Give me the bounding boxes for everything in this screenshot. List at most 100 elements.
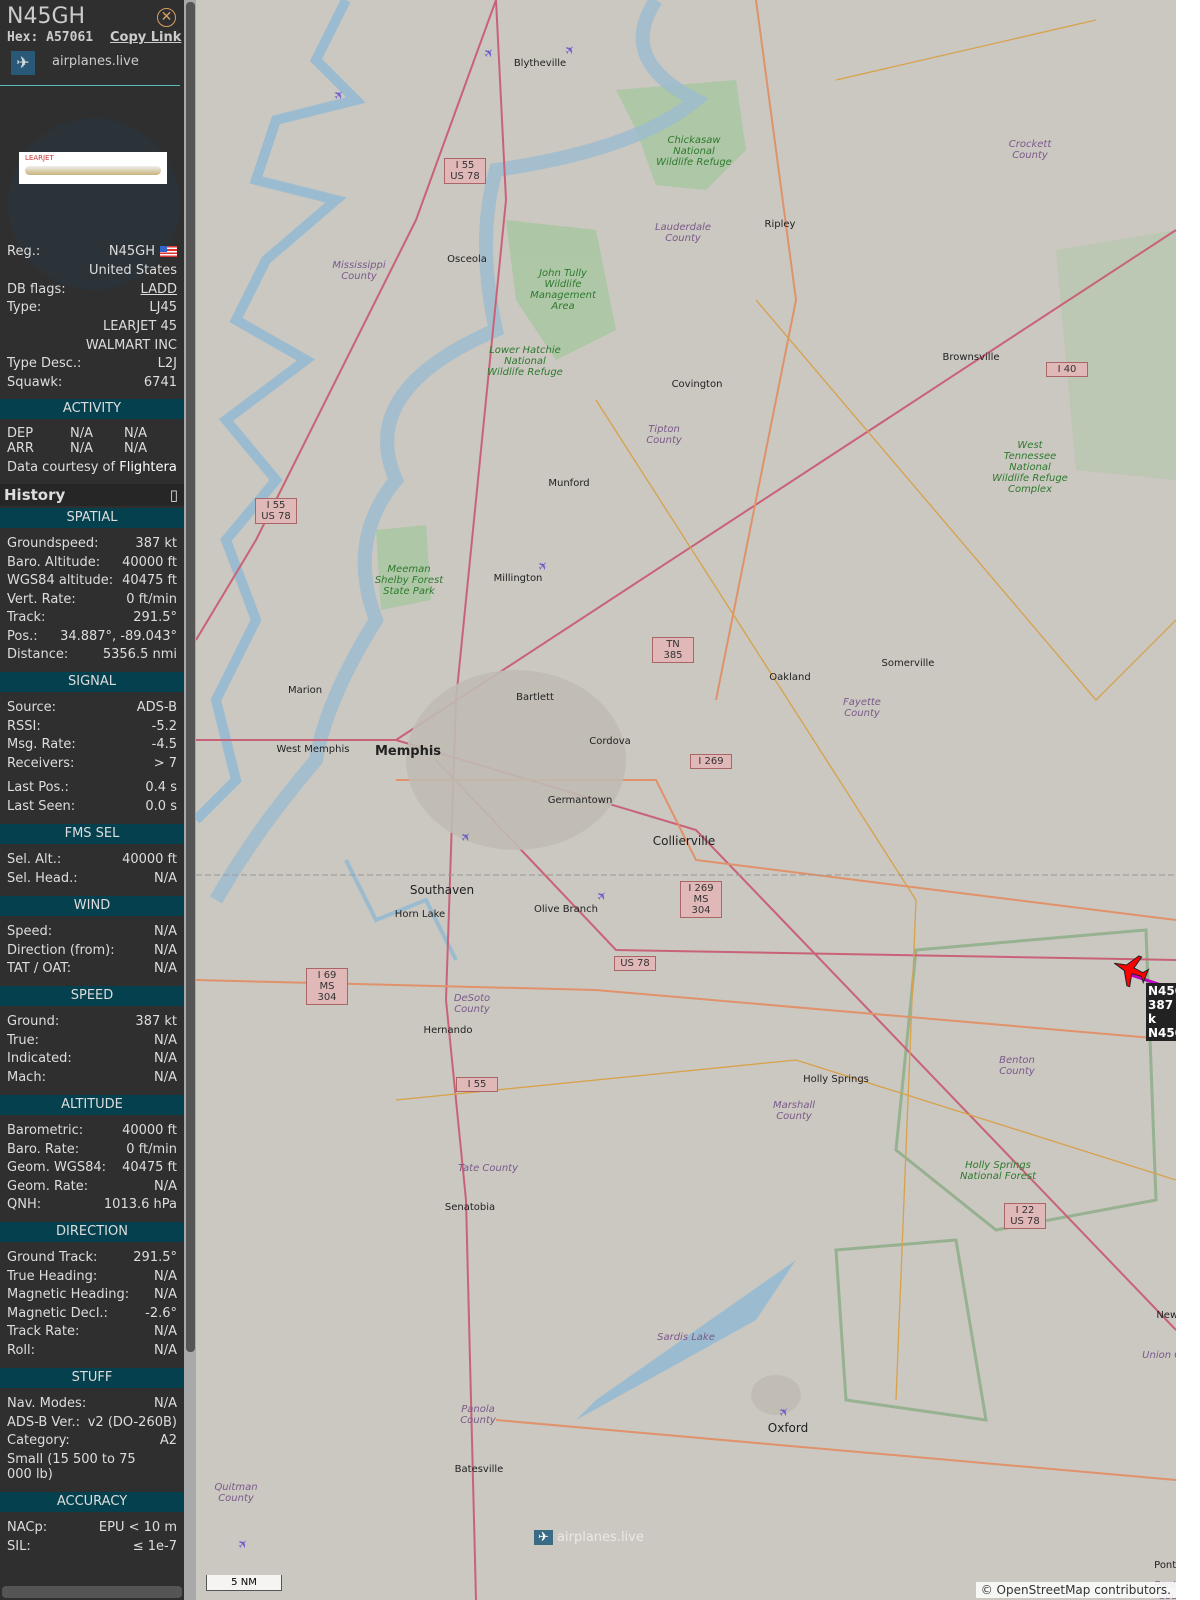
map-label: Holly Springs [803, 1074, 869, 1085]
row-value: 0.0 s [145, 798, 177, 814]
data-row: Category: A2 [7, 1433, 177, 1448]
data-row: Roll: N/A [7, 1343, 177, 1358]
map-label: Batesville [454, 1464, 504, 1475]
data-row: Ground: 387 kt [7, 1014, 177, 1029]
info-row: Type: LJ45 [7, 300, 177, 315]
row-value: 0 ft/min [126, 1141, 177, 1157]
map-label: Germantown [547, 795, 613, 806]
data-row: Last Seen: 0.0 s [7, 799, 177, 814]
activity-header: ACTIVITY [0, 399, 184, 419]
row-label: Ground Track: [7, 1250, 98, 1265]
info-value: WALMART INC [85, 338, 177, 353]
provider-link[interactable]: Flightera [119, 460, 177, 475]
history-icon[interactable]: ▯ [170, 484, 178, 506]
watermark-text: airplanes.live [557, 1530, 644, 1545]
data-row: Indicated: N/A [7, 1051, 177, 1066]
horizontal-scrollbar[interactable] [2, 1586, 182, 1598]
row-label: Sel. Head.: [7, 870, 78, 886]
row-value: 34.887°, -89.043° [60, 628, 177, 644]
section-header-accuracy: ACCURACY [0, 1492, 184, 1512]
source-link[interactable]: airplanes.live [52, 54, 139, 69]
section-header-signal: SIGNAL [0, 672, 184, 692]
aircraft-label[interactable]: N450387 kN450 [1146, 983, 1176, 1041]
map-label: Ripley [764, 219, 796, 230]
data-row: Distance: 5356.5 nmi [7, 647, 177, 662]
history-label: History [4, 486, 66, 504]
dep-time: N/A [124, 426, 147, 441]
shield-text: TN 385 [663, 639, 683, 661]
row-label: Distance: [7, 647, 69, 662]
map-label: John Tully Wildlife Management Area [530, 268, 596, 312]
shield-text: I 269 MS 304 [688, 883, 714, 916]
map-label: Oakland [769, 672, 811, 683]
row-label: Receivers: [7, 755, 75, 771]
data-row: Nav. Modes: N/A [7, 1396, 177, 1411]
map-label: Osceola [447, 254, 487, 265]
map-label: Mississippi County [332, 260, 386, 282]
info-value: LEARJET 45 [102, 319, 177, 334]
road-shield: I 22 US 78 [1004, 1203, 1046, 1229]
info-row: Squawk: 6741 [7, 375, 177, 390]
row-label: NACp: [7, 1520, 48, 1535]
us-flag-icon [160, 246, 177, 257]
row-value: 40000 ft [122, 554, 177, 570]
dep-row: DEP N/A N/A [7, 426, 177, 441]
row-value: N/A [154, 1342, 177, 1358]
row-label: WGS84 altitude: [7, 573, 114, 588]
row-value: 40475 ft [122, 573, 177, 588]
data-row: Groundspeed: 387 kt [7, 536, 177, 551]
data-row: ADS-B Ver.: v2 (DO-260B) [7, 1415, 177, 1430]
data-row: QNH: 1013.6 hPa [7, 1197, 177, 1212]
section-header-wind: WIND [0, 896, 184, 916]
row-label: Sel. Alt.: [7, 852, 62, 867]
map-label: Covington [671, 379, 723, 390]
row-value: N/A [154, 1324, 177, 1339]
data-row: Last Pos.: 0.4 s [7, 780, 177, 795]
row-value: 0.4 s [145, 780, 177, 795]
map-label: Tipton County [646, 424, 682, 446]
road-shield: I 69 MS 304 [306, 968, 348, 1005]
row-label: ADS-B Ver.: [7, 1414, 80, 1430]
data-row: Ground Track: 291.5° [7, 1250, 177, 1265]
aircraft-callsign: N45GH [7, 4, 86, 29]
history-toggle[interactable]: History ▯ [0, 484, 184, 506]
row-value: -5.2 [151, 718, 177, 734]
row-value: N/A [154, 1032, 177, 1048]
data-row: True Heading: N/A [7, 1269, 177, 1284]
watermark-logo-icon: ✈ [534, 1530, 553, 1545]
sidebar-scrollbar-thumb[interactable] [186, 2, 195, 1352]
aircraft-info-panel: N45GH ✕ Hex: A57061 Copy Link ✈ airplane… [0, 0, 184, 1600]
info-value[interactable]: LADD [141, 282, 177, 297]
map-label: Fayette County [843, 697, 881, 719]
section-header-direction: DIRECTION [0, 1222, 184, 1242]
info-label: Type Desc.: [7, 356, 82, 371]
map-label: New Albany [1156, 1310, 1176, 1321]
section-header-altitude: ALTITUDE [0, 1095, 184, 1115]
data-row: Direction (from): N/A [7, 943, 177, 958]
map-attribution[interactable]: © OpenStreetMap contributors. [975, 1582, 1176, 1598]
row-value: 291.5° [133, 610, 177, 625]
row-value: 5356.5 nmi [102, 647, 177, 662]
photo-caption: LEARJET [25, 154, 54, 162]
map-label: Blytheville [513, 58, 567, 69]
row-value: ADS-B [136, 700, 177, 715]
row-value: 40475 ft [122, 1160, 177, 1175]
row-label: QNH: [7, 1197, 42, 1212]
map-label: Oxford [767, 1421, 809, 1435]
info-label: Type: [7, 300, 42, 315]
row-label: Mach: [7, 1069, 46, 1085]
info-label: Squawk: [7, 375, 63, 390]
map[interactable]: Blytheville Osceola Ripley Covington Brownsv… [196, 0, 1176, 1600]
shield-text: I 69 MS 304 [317, 970, 337, 1003]
aircraft-label-reg: N450 [1148, 1026, 1176, 1040]
aircraft-photo[interactable]: LEARJET [19, 152, 167, 184]
row-value: 0 ft/min [126, 591, 177, 607]
close-icon[interactable]: ✕ [157, 8, 176, 27]
map-label: Panola County [460, 1404, 496, 1426]
airplanes-live-logo-icon[interactable]: ✈ [11, 51, 35, 75]
row-label: Indicated: [7, 1051, 72, 1066]
road-shield: TN 385 [652, 637, 694, 663]
copy-link-button[interactable]: Copy Link [110, 30, 181, 45]
data-row: RSSI: -5.2 [7, 719, 177, 734]
row-label: SIL: [7, 1538, 31, 1554]
